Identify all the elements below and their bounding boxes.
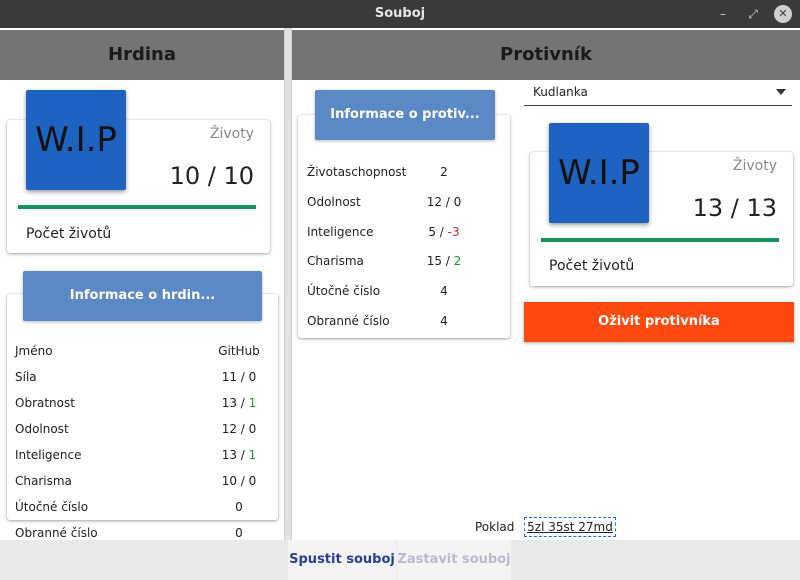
stat-base: 4: [440, 314, 448, 328]
stat-value: 11 / 0: [209, 370, 269, 384]
stat-row: Obranné číslo 4: [307, 314, 497, 330]
stat-base: 0: [235, 500, 243, 514]
loot-label: Poklad: [475, 520, 515, 534]
enemy-hp-bar: [541, 238, 779, 242]
bottom-toolbar: Spustit souboj Zastavit souboj: [0, 540, 800, 580]
stat-name: Obranné číslo: [15, 526, 98, 540]
dropdown-arrow-icon: [776, 89, 786, 95]
enemy-info-card: Životaschopnost 2 Odolnost 12 / 0 Inteligenc…: [298, 115, 510, 338]
stat-bonus: 2: [453, 254, 462, 269]
enemy-hp-value: 13 / 13: [692, 194, 777, 222]
stat-value: 5 / -3: [414, 225, 474, 239]
stat-name: Inteligence: [307, 224, 374, 239]
stat-row: Obratnost 13 / 1: [15, 396, 265, 412]
hero-header: Hrdina: [0, 30, 284, 80]
minimize-icon[interactable]: –: [714, 5, 732, 23]
stat-base: 10 /: [221, 474, 249, 488]
enemy-pane: Protivník Kudlanka Životaschopnost 2 Odoln…: [291, 28, 800, 540]
stat-value: GitHub: [209, 344, 269, 358]
stat-base: 13 /: [221, 448, 249, 462]
enemy-avatar: W.I.P: [549, 123, 649, 223]
stat-name: Odolnost: [15, 422, 69, 436]
enemy-header: Protivník: [292, 30, 800, 80]
stat-row: Odolnost 12 / 0: [307, 195, 497, 211]
revive-enemy-button[interactable]: Oživit protivníka: [524, 302, 794, 342]
stat-bonus: 0: [248, 474, 257, 488]
window-title: Souboj: [374, 6, 426, 21]
stat-value: 4: [414, 284, 474, 298]
stat-name: Charisma: [15, 474, 72, 488]
stat-name: Síla: [15, 370, 37, 384]
stat-base: 15 /: [426, 254, 454, 269]
stat-name: Obratnost: [15, 396, 75, 410]
stat-value: 4: [414, 314, 474, 328]
stat-value: 15 / 2: [414, 254, 474, 268]
stat-base: GitHub: [218, 344, 260, 358]
stop-battle-button[interactable]: Zastavit souboj: [397, 540, 511, 580]
enemy-hp-label: Životy: [732, 158, 777, 174]
enemy-info-header[interactable]: Informace o protiv...: [315, 90, 495, 140]
stat-value: 0: [209, 500, 269, 514]
stat-name: Inteligence: [15, 448, 82, 462]
stat-bonus: 0: [453, 194, 462, 209]
stat-row: Jméno GitHub: [15, 344, 265, 360]
enemy-select-value: Kudlanka: [533, 85, 588, 99]
stat-name: Odolnost: [307, 194, 361, 209]
enemy-select[interactable]: Kudlanka: [524, 80, 792, 106]
stat-bonus: 0: [248, 370, 257, 384]
stat-base: 2: [440, 165, 448, 179]
stat-value: 0: [209, 526, 269, 540]
window-titlebar: Souboj – ⤢ ✕: [0, 0, 800, 28]
stat-row: Životaschopnost 2: [307, 165, 497, 181]
hero-pane: Hrdina Životy 10 / 10 Počet životů W.I.P…: [0, 28, 285, 540]
stat-bonus: 0: [248, 422, 257, 436]
hero-avatar: W.I.P: [26, 90, 126, 190]
stat-row: Inteligence 13 / 1: [15, 448, 265, 464]
hero-hp-value: 10 / 10: [169, 162, 254, 190]
maximize-icon[interactable]: ⤢: [744, 5, 762, 23]
stat-value: 13 / 1: [209, 448, 269, 462]
stat-base: 5 /: [428, 224, 448, 239]
stat-base: 12 /: [426, 194, 454, 209]
stat-base: 12 /: [221, 422, 249, 436]
stat-row: Útočné číslo 0: [15, 500, 265, 516]
stat-bonus: 1: [248, 396, 257, 410]
stat-name: Životaschopnost: [307, 165, 407, 179]
start-battle-button[interactable]: Spustit souboj: [288, 540, 396, 580]
close-icon[interactable]: ✕: [774, 5, 792, 23]
hero-hp-caption: Počet životů: [26, 226, 112, 242]
stat-name: Obranné číslo: [307, 314, 390, 328]
stat-value: 12 / 0: [414, 195, 474, 209]
stat-value: 2: [414, 165, 474, 179]
stat-bonus: -3: [447, 224, 460, 239]
stat-row: Inteligence 5 / -3: [307, 225, 497, 241]
stat-row: Útočné číslo 4: [307, 284, 497, 300]
stat-name: Jméno: [15, 344, 53, 358]
enemy-hp-caption: Počet životů: [549, 258, 635, 274]
hero-info-header[interactable]: Informace o hrdin...: [23, 271, 262, 321]
stat-value: 12 / 0: [209, 422, 269, 436]
stat-base: 4: [440, 284, 448, 299]
hero-hp-bar: [18, 205, 256, 209]
stat-row: Charisma 15 / 2: [307, 254, 497, 270]
stat-name: Útočné číslo: [307, 284, 381, 299]
loot-value-link[interactable]: 5zl 35st 27md: [524, 517, 616, 537]
hero-info-card: Jméno GitHub Síla 11 / 0 Obratnost 13 / 1 Odol…: [7, 294, 278, 540]
stat-name: Útočné číslo: [15, 500, 89, 514]
stat-base: 13 /: [221, 396, 249, 410]
hero-hp-label: Životy: [209, 126, 254, 142]
stat-value: 10 / 0: [209, 474, 269, 488]
stat-row: Odolnost 12 / 0: [15, 422, 265, 438]
stat-row: Síla 11 / 0: [15, 370, 265, 386]
stat-bonus: 1: [248, 448, 257, 462]
stat-value: 13 / 1: [209, 396, 269, 410]
stat-base: 0: [235, 526, 243, 540]
stat-row: Charisma 10 / 0: [15, 474, 265, 490]
stat-base: 11 /: [221, 370, 249, 384]
stat-name: Charisma: [307, 254, 364, 269]
